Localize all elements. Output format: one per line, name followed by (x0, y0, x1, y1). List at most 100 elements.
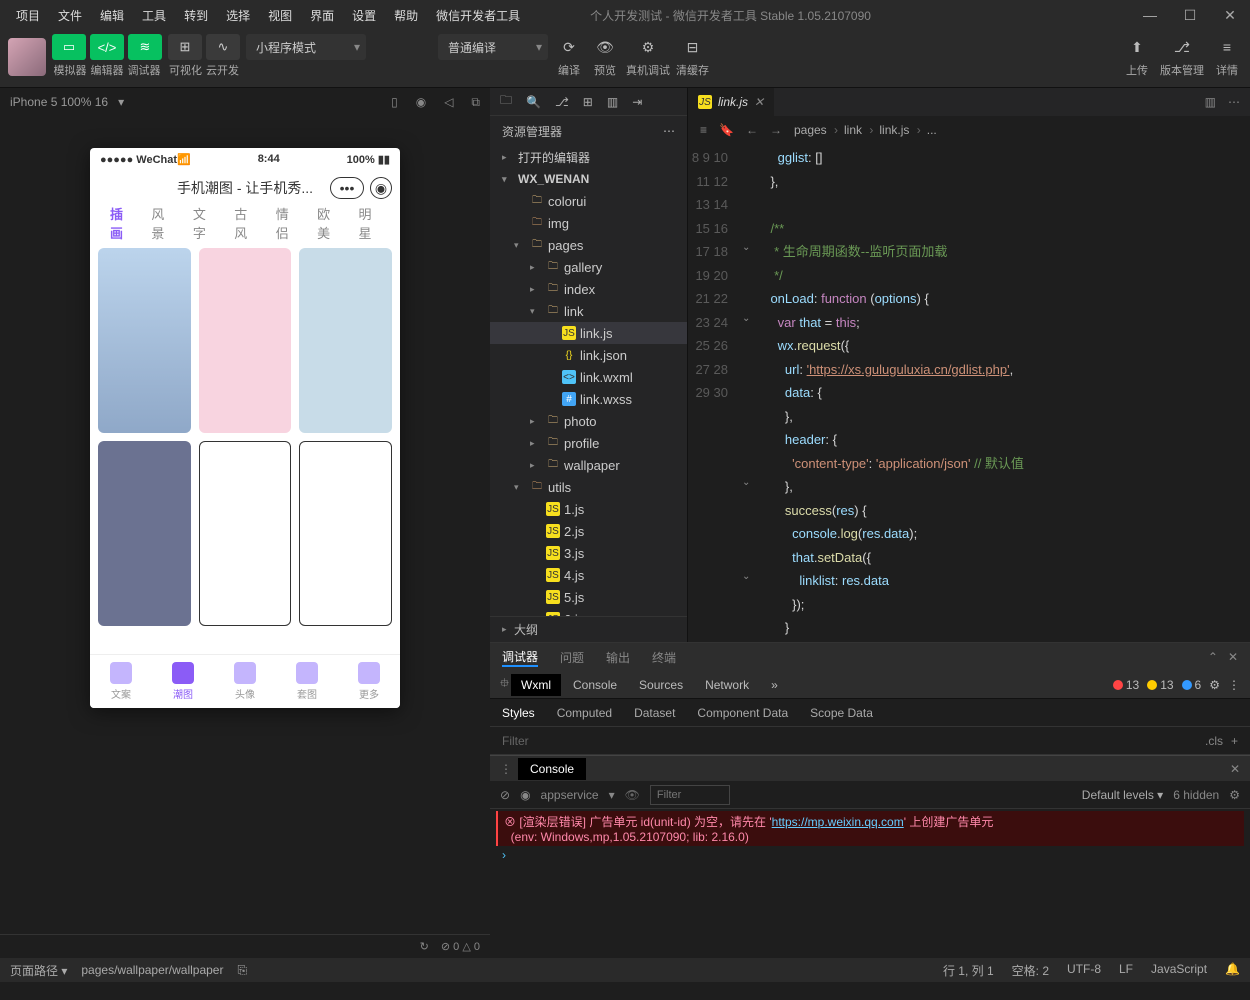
cursor-position[interactable]: 行 1, 列 1 (943, 962, 994, 979)
tree-node[interactable]: JS5.js (490, 586, 687, 608)
extensions-icon[interactable]: ⊞ (583, 95, 593, 109)
avatar[interactable] (8, 38, 46, 76)
upload-button[interactable]: ⬆ (1122, 34, 1152, 60)
remote-debug-button[interactable]: ⚙ (633, 34, 663, 60)
code-area[interactable]: 8 9 10 11 12 13 14 15 16 17 18 19 20 21 … (688, 144, 1250, 642)
explorer-more-icon[interactable]: ⋯ (663, 124, 675, 138)
tree-node[interactable]: JSlink.js (490, 322, 687, 344)
split-editor-icon[interactable]: ▥ (1205, 95, 1216, 109)
menu-item[interactable]: 选择 (218, 3, 258, 28)
breadcrumb[interactable]: pageslinklink.js... (794, 123, 941, 137)
compile-mode-dropdown[interactable]: 普通编译 (438, 34, 548, 60)
wallpaper-item[interactable] (98, 248, 191, 433)
menu-item[interactable]: 微信开发者工具 (428, 3, 528, 28)
close-tab-icon[interactable]: ✕ (754, 95, 764, 109)
console-tab[interactable]: Console (518, 758, 586, 780)
phone-preview[interactable]: ●●●●● WeChat📶 8:44 100% ▮▮ 手机潮图 - 让手机秀..… (90, 148, 400, 708)
sim-reload-icon[interactable]: ↻ (420, 940, 429, 953)
tree-node[interactable]: JS4.js (490, 564, 687, 586)
tree-node[interactable]: 🗀img (490, 212, 687, 234)
devtools-tab[interactable]: Network (695, 674, 759, 696)
open-editors-section[interactable]: ▸打开的编辑器 (490, 146, 687, 168)
tree-node[interactable]: {}link.json (490, 344, 687, 366)
bookmark-icon[interactable]: 🔖 (719, 123, 734, 137)
wallpaper-item[interactable] (199, 248, 292, 433)
tree-node[interactable]: JS1.js (490, 498, 687, 520)
devtools-tab[interactable]: Sources (629, 674, 693, 696)
category-tab[interactable]: 风景 (141, 204, 182, 242)
minimize-button[interactable]: — (1138, 7, 1162, 24)
maximize-button[interactable]: ☐ (1178, 7, 1202, 24)
indent-status[interactable]: 空格: 2 (1012, 962, 1049, 979)
notification-icon[interactable]: 🔔 (1225, 962, 1240, 979)
tree-node[interactable]: #link.wxss (490, 388, 687, 410)
editor-more-icon[interactable]: ⋯ (1228, 95, 1240, 109)
record-icon[interactable]: ◉ (416, 95, 426, 110)
menu-item[interactable]: 帮助 (386, 3, 426, 28)
visual-button[interactable]: ⊞ (168, 34, 202, 60)
device-label[interactable]: iPhone 5 100% 16 (10, 95, 108, 109)
console-close-icon[interactable]: ✕ (1230, 762, 1240, 776)
nav-item[interactable]: 头像 (214, 655, 276, 708)
preview-button[interactable]: 👁 (590, 34, 620, 60)
panel-close-icon[interactable]: ✕ (1228, 650, 1238, 664)
nav-item[interactable]: 套图 (276, 655, 338, 708)
search-icon[interactable]: 🔍 (526, 95, 541, 109)
devtools-settings-icon[interactable]: ⚙ (1209, 678, 1220, 692)
page-path[interactable]: pages/wallpaper/wallpaper (81, 963, 223, 977)
back-icon[interactable]: ← (746, 123, 758, 137)
multi-icon[interactable]: ⧉ (471, 95, 480, 110)
wallpaper-item[interactable] (299, 248, 392, 433)
context-eye-icon[interactable]: ◉ (520, 788, 530, 802)
menu-item[interactable]: 编辑 (92, 3, 132, 28)
nav-item[interactable]: 文案 (90, 655, 152, 708)
menu-item[interactable]: 视图 (260, 3, 300, 28)
style-tab[interactable]: Scope Data (810, 706, 873, 720)
style-tab[interactable]: Styles (502, 706, 535, 720)
close-button[interactable]: ✕ (1218, 7, 1242, 24)
category-tab[interactable]: 古风 (224, 204, 265, 242)
capsule-menu[interactable]: ••• (330, 177, 364, 199)
debugger-tab[interactable]: 调试器 (502, 648, 538, 667)
console-settings-icon[interactable]: ⚙ (1229, 788, 1240, 802)
live-eye-icon[interactable]: 👁 (625, 788, 640, 802)
menu-item[interactable]: 项目 (8, 3, 48, 28)
editor-tab[interactable]: JS link.js ✕ (688, 88, 774, 116)
clear-console-icon[interactable]: ⊘ (500, 788, 510, 802)
error-link[interactable]: https://mp.weixin.qq.com (772, 815, 904, 829)
style-filter[interactable]: Filter (502, 734, 529, 748)
tree-node[interactable]: <>link.wxml (490, 366, 687, 388)
capsule-close[interactable]: ◉ (370, 177, 392, 199)
panel-up-icon[interactable]: ⌃ (1208, 650, 1218, 664)
mute-icon[interactable]: ◁ (444, 95, 453, 110)
nav-item[interactable]: 潮图 (152, 655, 214, 708)
style-tab[interactable]: Computed (557, 706, 612, 720)
wallpaper-item[interactable] (299, 441, 392, 626)
git-icon[interactable]: ⎇ (555, 95, 569, 109)
tree-node[interactable]: JS2.js (490, 520, 687, 542)
editor-toggle[interactable]: </> (90, 34, 124, 60)
menu-item[interactable]: 文件 (50, 3, 90, 28)
tree-node[interactable]: ▸🗀gallery (490, 256, 687, 278)
cloud-button[interactable]: ∿ (206, 34, 240, 60)
project-root[interactable]: ▾WX_WENAN (490, 168, 687, 190)
clear-cache-button[interactable]: ⊟ (678, 34, 708, 60)
menu-item[interactable]: 设置 (344, 3, 384, 28)
encoding-status[interactable]: UTF-8 (1067, 962, 1101, 979)
forward-icon[interactable]: → (770, 123, 782, 137)
tree-node[interactable]: JS6.js (490, 608, 687, 616)
copy-path-icon[interactable]: ⎘ (237, 963, 247, 978)
tree-node[interactable]: ▸🗀profile (490, 432, 687, 454)
category-tab[interactable]: 情侣 (266, 204, 307, 242)
category-tab[interactable]: 文字 (183, 204, 224, 242)
tree-node[interactable]: 🗀colorui (490, 190, 687, 212)
tree-node[interactable]: ▸🗀wallpaper (490, 454, 687, 476)
wallpaper-item[interactable] (199, 441, 292, 626)
category-tab[interactable]: 插画 (100, 204, 141, 242)
tree-node[interactable]: ▸🗀index (490, 278, 687, 300)
add-class-icon[interactable]: + (1231, 734, 1238, 748)
console-context[interactable]: appservice (541, 788, 599, 802)
style-tab[interactable]: Component Data (697, 706, 788, 720)
list-icon[interactable]: ≡ (700, 123, 707, 137)
category-tab[interactable]: 明星 (349, 204, 390, 242)
